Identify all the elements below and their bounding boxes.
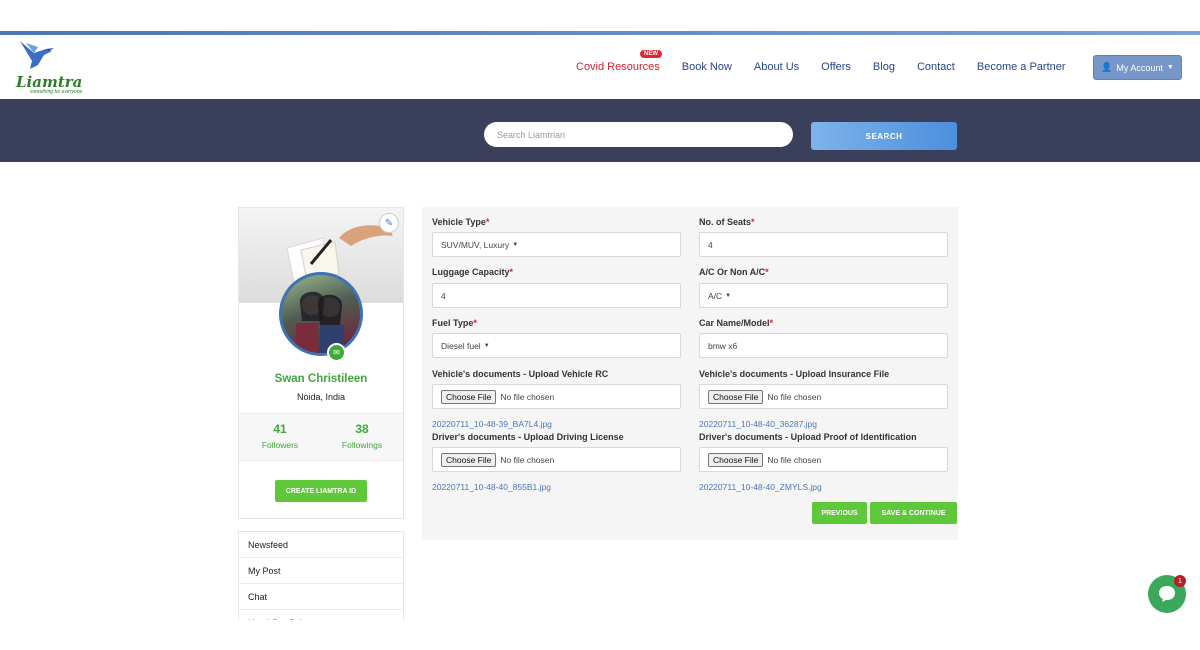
fuel-label: Fuel Type*	[432, 318, 477, 328]
nav-covid-label: Covid Resources	[576, 61, 660, 73]
create-liamtra-id-button[interactable]: CREATE LIAMTRA ID	[275, 480, 367, 502]
luggage-value: 4	[441, 290, 446, 301]
nav-covid-resources[interactable]: Covid Resources NEW	[576, 50, 662, 73]
caret-down-icon: ▼	[512, 241, 519, 248]
fuel-value: Diesel fuel	[441, 340, 481, 351]
caret-down-icon: ▼	[483, 342, 490, 349]
car-name-input[interactable]: bmw x6	[699, 333, 948, 358]
side-menu: Newsfeed My Post Chat Used Car Sales	[238, 531, 404, 620]
followers-count: 41	[273, 422, 287, 436]
proof-id-label: Driver's documents - Upload Proof of Ide…	[699, 432, 917, 442]
profile-name: Swan Christileen	[274, 373, 368, 385]
brand-tagline: something for everyone	[30, 89, 83, 95]
search-input[interactable]	[484, 122, 793, 147]
caret-down-icon: ▼	[725, 292, 732, 299]
previous-button[interactable]: PREVIOUS	[812, 502, 867, 524]
driving-license-file-link[interactable]: 20220711_10-48-40_855B1.jpg	[432, 482, 551, 492]
vehicle-type-label: Vehicle Type*	[432, 217, 490, 227]
ac-label: A/C Or Non A/C*	[699, 267, 769, 277]
menu-item-my-post[interactable]: My Post	[239, 558, 403, 584]
proof-id-file-input: Choose File No file chosen	[699, 447, 948, 472]
top-navbar: Liamtra something for everyone Covid Res…	[0, 35, 1200, 99]
no-file-text: No file chosen	[767, 454, 822, 465]
proof-id-file-link[interactable]: 20220711_10-48-40_ZMYLS.jpg	[699, 482, 822, 492]
edit-profile-button[interactable]: ✎	[379, 213, 399, 233]
no-file-text: No file chosen	[500, 391, 555, 402]
followings-label: Followings	[341, 440, 383, 450]
nav-blog[interactable]: Blog	[873, 61, 895, 73]
vehicle-type-value: SUV/MUV, Luxury	[441, 239, 510, 250]
driving-license-file-input: Choose File No file chosen	[432, 447, 681, 472]
driving-license-label: Driver's documents - Upload Driving Lice…	[432, 432, 624, 442]
profile-location: Noida, India	[296, 392, 346, 402]
ac-value: A/C	[708, 290, 723, 301]
followings-stat[interactable]: 38 Followings	[321, 422, 403, 450]
chat-bubble-icon	[1159, 586, 1175, 602]
message-icon[interactable]: ✉	[327, 343, 346, 362]
insurance-file-input: Choose File No file chosen	[699, 384, 948, 409]
search-banner: SEARCH	[0, 99, 1200, 162]
avatar-photo	[296, 291, 344, 353]
vehicle-rc-file-input: Choose File No file chosen	[432, 384, 681, 409]
my-account-label: My Account	[1116, 62, 1163, 73]
profile-stats: 41 Followers 38 Followings	[239, 413, 403, 461]
vehicle-form: Vehicle Type* SUV/MUV, Luxury ▼ No. of S…	[422, 207, 958, 540]
liamtra-logo[interactable]: Liamtra something for everyone	[14, 39, 84, 97]
followers-stat[interactable]: 41 Followers	[239, 422, 321, 450]
car-name-value: bmw x6	[708, 340, 738, 351]
vehicle-rc-label: Vehicle's documents - Upload Vehicle RC	[432, 369, 609, 379]
choose-file-button[interactable]: Choose File	[441, 452, 497, 467]
seats-value: 4	[708, 239, 713, 250]
no-file-text: No file chosen	[500, 454, 555, 465]
fuel-select[interactable]: Diesel fuel ▼	[432, 333, 681, 358]
edit-icon: ✎	[384, 217, 394, 229]
menu-item-used-car-sales[interactable]: Used Car Sales	[239, 610, 403, 620]
nav-about-us[interactable]: About Us	[754, 61, 799, 73]
nav-contact[interactable]: Contact	[917, 61, 955, 73]
seats-label: No. of Seats*	[699, 217, 755, 227]
chat-unread-badge: 1	[1174, 575, 1186, 587]
luggage-label: Luggage Capacity*	[432, 267, 514, 277]
followers-label: Followers	[261, 440, 299, 450]
menu-item-chat[interactable]: Chat	[239, 584, 403, 610]
my-account-button[interactable]: 👤 My Account ▼	[1093, 55, 1182, 80]
no-file-text: No file chosen	[767, 391, 822, 402]
nav-become-partner[interactable]: Become a Partner	[977, 61, 1066, 73]
car-name-label: Car Name/Model*	[699, 318, 774, 328]
insurance-file-link[interactable]: 20220711_10-48-40_36287.jpg	[699, 419, 817, 429]
choose-file-button[interactable]: Choose File	[441, 389, 497, 404]
save-continue-button[interactable]: SAVE & CONTINUE	[870, 502, 957, 524]
followings-count: 38	[355, 422, 369, 436]
menu-item-newsfeed[interactable]: Newsfeed	[239, 532, 403, 558]
choose-file-button[interactable]: Choose File	[708, 389, 764, 404]
luggage-input[interactable]: 4	[432, 283, 681, 308]
insurance-label: Vehicle's documents - Upload Insurance F…	[699, 369, 890, 379]
choose-file-button[interactable]: Choose File	[708, 452, 764, 467]
ac-select[interactable]: A/C ▼	[699, 283, 948, 308]
vehicle-type-select[interactable]: SUV/MUV, Luxury ▼	[432, 232, 681, 257]
user-icon: 👤	[1101, 62, 1113, 72]
hummingbird-icon	[20, 41, 54, 69]
nav-offers[interactable]: Offers	[821, 61, 851, 73]
search-button[interactable]: SEARCH	[811, 122, 957, 150]
profile-card: ✎ ✉ Swan Christileen Noida, India 41 Fol…	[238, 207, 404, 519]
nav-book-now[interactable]: Book Now	[682, 61, 732, 73]
avatar[interactable]	[279, 272, 363, 356]
seats-input[interactable]: 4	[699, 232, 948, 257]
vehicle-rc-file-link[interactable]: 20220711_10-48-39_BA7L4.jpg	[432, 419, 552, 429]
main-nav: Covid Resources NEW Book Now About Us Of…	[576, 50, 1088, 73]
new-badge: NEW	[640, 50, 662, 58]
chevron-down-icon: ▼	[1166, 64, 1174, 71]
